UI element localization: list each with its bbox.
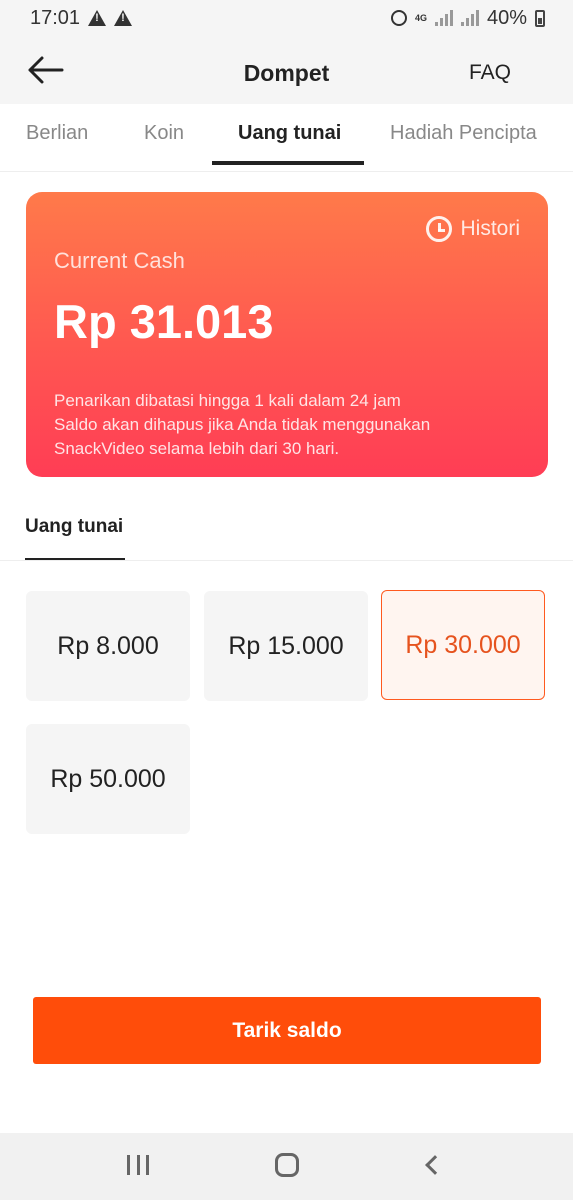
tab-berlian[interactable]: Berlian (26, 122, 88, 145)
cash-notes: Penarikan dibatasi hingga 1 kali dalam 2… (54, 389, 430, 461)
system-nav-bar (0, 1133, 573, 1200)
recent-apps-icon[interactable] (127, 1155, 149, 1177)
withdraw-button[interactable]: Tarik saldo (33, 997, 541, 1064)
network-type-label: 4G (414, 12, 427, 23)
cash-card: Histori Current Cash Rp 31.013 Penarikan… (26, 192, 548, 477)
cash-note-line: Penarikan dibatasi hingga 1 kali dalam 2… (54, 391, 401, 410)
clock-icon (426, 216, 453, 242)
cash-amount: Rp 31.013 (54, 295, 274, 348)
back-nav-icon[interactable] (425, 1155, 445, 1175)
tab-hadiah-pencipta[interactable]: Hadiah Pencipta (390, 122, 537, 145)
home-icon[interactable] (275, 1153, 299, 1177)
history-link[interactable]: Histori (426, 216, 520, 242)
signal-icon (460, 10, 479, 26)
history-label: Histori (460, 217, 520, 240)
signal-icon (434, 10, 453, 26)
amount-option-8000[interactable]: Rp 8.000 (26, 591, 190, 701)
cash-note-line: SnackVideo selama lebih dari 30 hari. (54, 439, 340, 458)
amount-option-15000[interactable]: Rp 15.000 (204, 591, 368, 701)
active-tab-indicator (212, 161, 364, 165)
battery-percent: 40% (486, 6, 527, 29)
cash-label: Current Cash (54, 248, 185, 273)
app-header: Dompet FAQ (0, 36, 573, 104)
status-left: 17:01 (30, 6, 133, 30)
section-divider (0, 560, 573, 561)
battery-icon (535, 9, 545, 27)
warning-icon (88, 10, 107, 26)
status-time: 17:01 (30, 6, 81, 29)
amount-option-30000[interactable]: Rp 30.000 (381, 590, 545, 700)
alarm-icon (390, 10, 407, 26)
status-right: 4G 40% (390, 6, 545, 30)
warning-icon (114, 10, 133, 26)
amount-option-50000[interactable]: Rp 50.000 (26, 724, 190, 834)
wallet-tabs: Berlian Koin Uang tunai Hadiah Pencipta (0, 104, 573, 172)
faq-link[interactable]: FAQ (469, 61, 511, 85)
tab-koin[interactable]: Koin (144, 122, 184, 145)
tab-uang-tunai[interactable]: Uang tunai (238, 122, 341, 145)
status-bar: 17:01 4G 40% (0, 0, 573, 36)
cash-note-line: Saldo akan dihapus jika Anda tidak mengg… (54, 415, 431, 434)
section-tab-uang-tunai[interactable]: Uang tunai (25, 516, 123, 538)
